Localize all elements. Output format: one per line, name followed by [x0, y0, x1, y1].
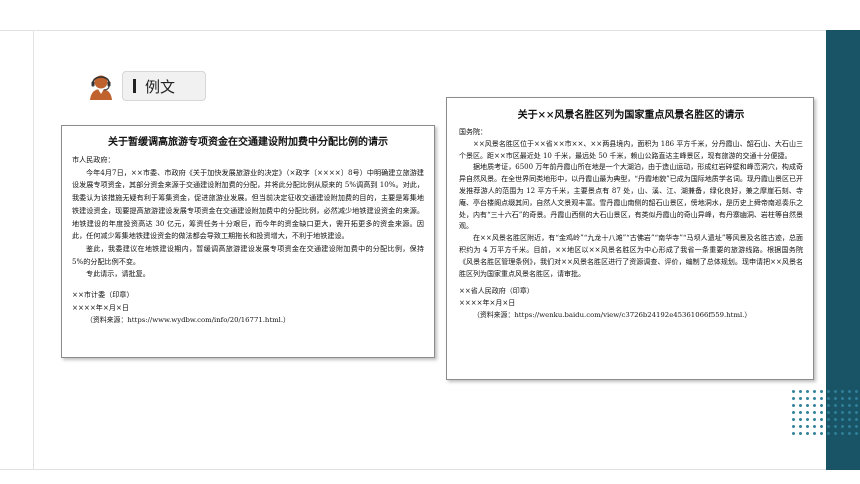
dot-pattern-decoration	[790, 388, 860, 438]
date: ××××年×月×日	[72, 302, 129, 312]
body-paragraph: 在××风景名胜区附近，有“金鸡岭”“九龙十八滩”“古佛岩”“南华寺”“马坝人遗址…	[459, 234, 803, 278]
top-divider	[0, 30, 860, 31]
left-divider	[33, 30, 34, 470]
signature: ××市计委（印章）	[72, 290, 134, 300]
document-right: 关于××风景名胜区列为国家重点风景名胜区的请示 国务院： ××风景名胜区位于××…	[446, 97, 814, 380]
source-citation: （资料来源：https://wenku.baidu.com/view/c3726…	[473, 310, 752, 319]
section-badge: 例文	[86, 70, 206, 102]
customer-service-avatar-icon	[86, 71, 116, 101]
body-paragraph: 鉴此，我委建议在地铁建设期内，暂缓调高旅游建设发展专项资金在交通建设附加费中的分…	[72, 243, 424, 266]
example-label: 例文	[122, 71, 206, 101]
body-paragraph: ××风景名胜区位于××省××市××、××两县境内，面积为 186 平方千米，分丹…	[459, 139, 803, 160]
body-paragraph: 据地质考证，6500 万年前丹霞山所在地是一个大湖泊，由于造山运动，形成红岩碎壁…	[459, 163, 803, 231]
bottom-divider	[0, 469, 860, 470]
salutation: 国务院：	[459, 128, 487, 136]
signature: ××省人民政府（印章）	[459, 287, 534, 296]
salutation: 市人民政府：	[72, 155, 115, 164]
label-marker	[133, 79, 136, 93]
body-paragraph: 专此请示，请批复。	[86, 269, 150, 279]
body-paragraph: 今年4月7日，××市委、市政府《关于加快发展旅游业的决定》（×政字〔××××〕8…	[72, 167, 424, 241]
document-title: 关于××风景名胜区列为国家重点风景名胜区的请示	[517, 110, 745, 121]
document-title: 关于暂缓调高旅游专项资金在交通建设附加费中分配比例的请示	[108, 137, 388, 148]
example-label-text: 例文	[145, 77, 176, 96]
document-left: 关于暂缓调高旅游专项资金在交通建设附加费中分配比例的请示 市人民政府： 今年4月…	[61, 125, 435, 358]
date: ××××年×月×日	[459, 299, 516, 308]
source-citation: （资料来源：https://www.wydbw.com/info/20/1677…	[86, 316, 290, 325]
